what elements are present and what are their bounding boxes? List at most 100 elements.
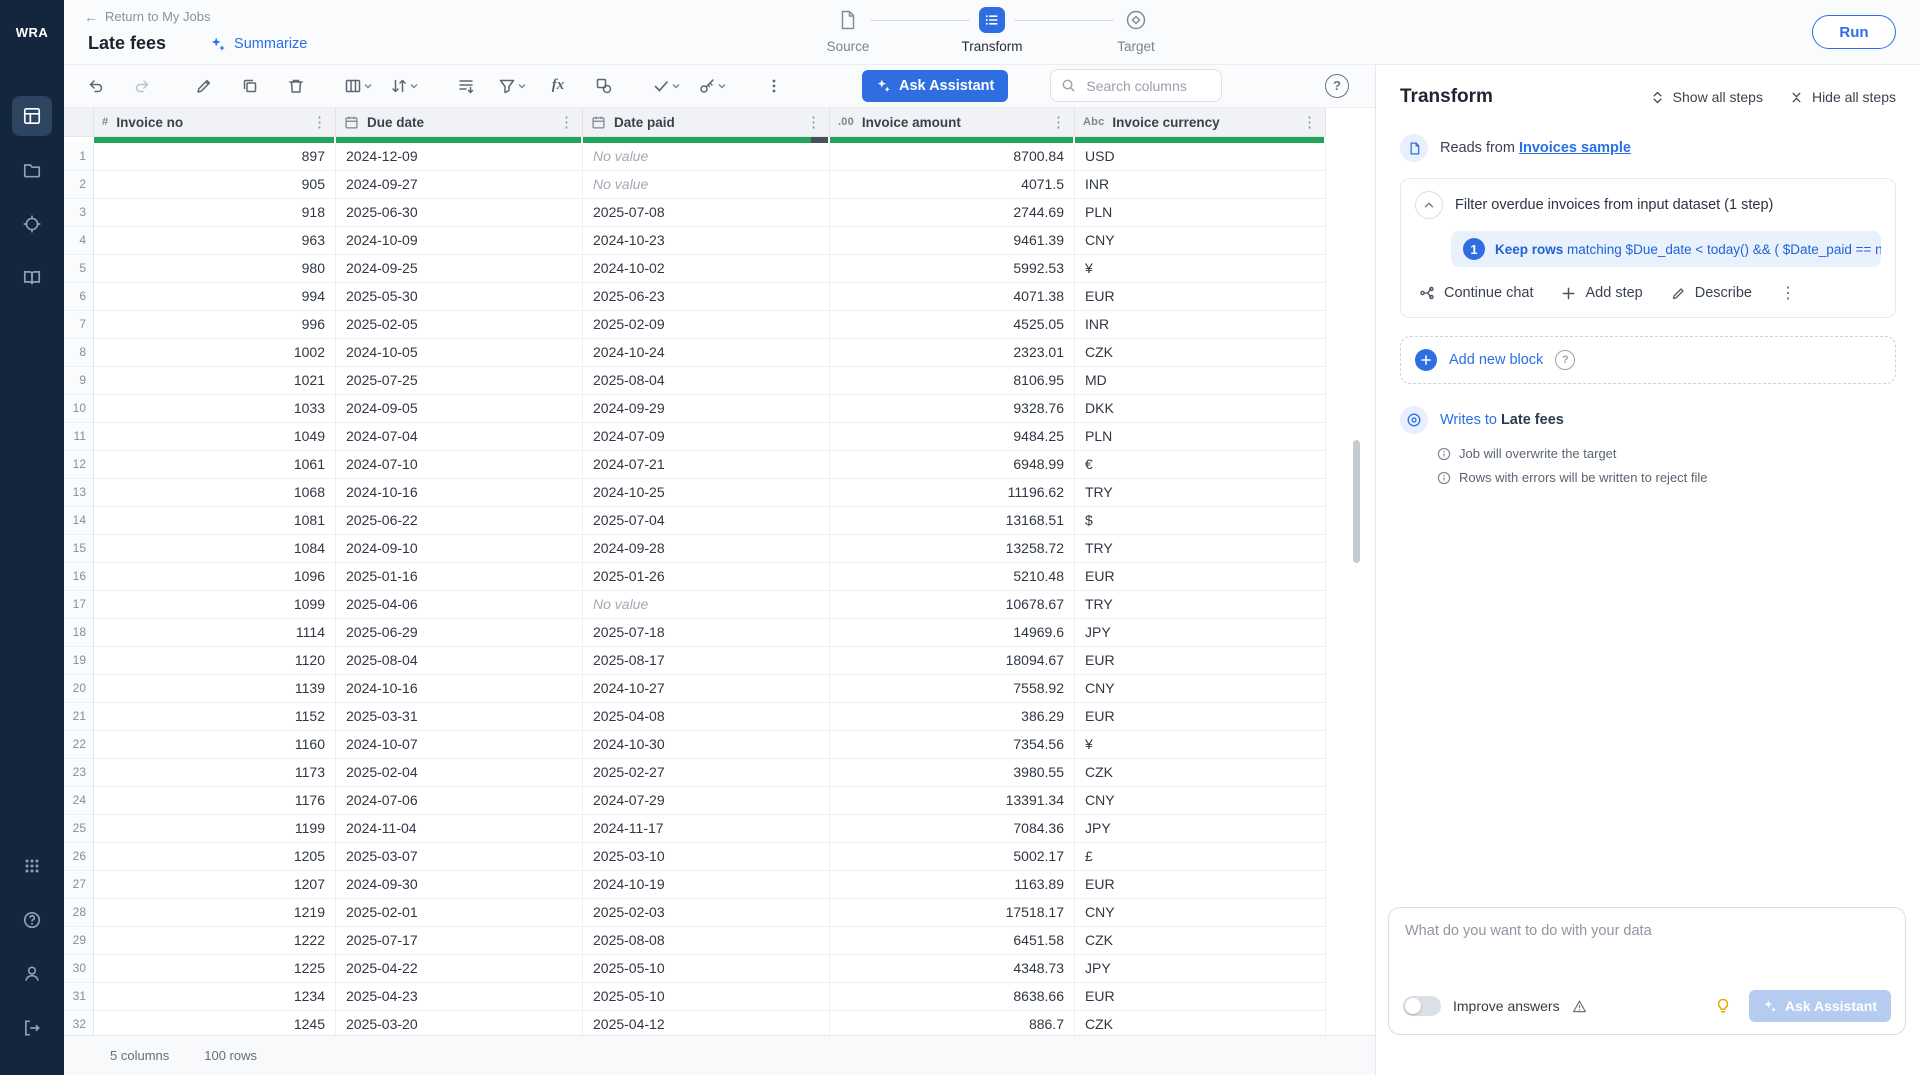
cell-due-date[interactable]: 2025-02-04	[336, 759, 583, 786]
cell-due-date[interactable]: 2024-09-25	[336, 255, 583, 282]
cell-invoice-currency[interactable]: PLN	[1075, 199, 1326, 226]
cell-date-paid[interactable]: 2025-05-10	[583, 955, 830, 982]
cell-invoice-currency[interactable]: TRY	[1075, 479, 1326, 506]
cell-date-paid[interactable]: 2024-10-24	[583, 339, 830, 366]
scrollbar-thumb[interactable]	[1353, 440, 1360, 563]
cleanse-button[interactable]	[586, 70, 622, 102]
cell-invoice-no[interactable]: 1199	[94, 815, 336, 842]
cell-date-paid[interactable]: 2024-11-17	[583, 815, 830, 842]
summarize-button[interactable]: Summarize	[210, 36, 307, 52]
cell-due-date[interactable]: 2024-09-30	[336, 871, 583, 898]
cell-invoice-amount[interactable]: 6451.58	[830, 927, 1075, 954]
cell-due-date[interactable]: 2025-06-29	[336, 619, 583, 646]
cell-invoice-amount[interactable]: 7354.56	[830, 731, 1075, 758]
cell-invoice-no[interactable]: 996	[94, 311, 336, 338]
run-button[interactable]: Run	[1812, 15, 1896, 49]
sidebar-item-projects[interactable]	[12, 150, 52, 190]
cell-invoice-no[interactable]: 1207	[94, 871, 336, 898]
cell-due-date[interactable]: 2024-09-27	[336, 171, 583, 198]
cell-invoice-currency[interactable]: €	[1075, 451, 1326, 478]
cell-date-paid[interactable]: 2024-09-29	[583, 395, 830, 422]
cell-due-date[interactable]: 2024-12-09	[336, 143, 583, 170]
cell-date-paid[interactable]: 2025-02-03	[583, 899, 830, 926]
duplicate-button[interactable]	[232, 70, 268, 102]
column-menu-icon[interactable]: ⋮	[806, 115, 821, 130]
cell-due-date[interactable]: 2025-03-31	[336, 703, 583, 730]
cell-invoice-amount[interactable]: 9461.39	[830, 227, 1075, 254]
add-step-button[interactable]: Add step	[1561, 285, 1642, 301]
sidebar-item-apps[interactable]	[12, 846, 52, 886]
ask-assistant-button[interactable]: Ask Assistant	[862, 70, 1008, 102]
cell-date-paid[interactable]: 2024-10-19	[583, 871, 830, 898]
cell-invoice-amount[interactable]: 7084.36	[830, 815, 1075, 842]
cell-invoice-no[interactable]: 963	[94, 227, 336, 254]
cell-invoice-no[interactable]: 1084	[94, 535, 336, 562]
cell-date-paid[interactable]: 2025-06-23	[583, 283, 830, 310]
cell-due-date[interactable]: 2025-04-06	[336, 591, 583, 618]
column-header-due-date[interactable]: Due date ⋮	[336, 108, 583, 136]
cell-invoice-no[interactable]: 1219	[94, 899, 336, 926]
cell-invoice-amount[interactable]: 386.29	[830, 703, 1075, 730]
column-header-date-paid[interactable]: Date paid ⋮	[583, 108, 830, 136]
cell-due-date[interactable]: 2025-08-04	[336, 647, 583, 674]
cell-invoice-no[interactable]: 1152	[94, 703, 336, 730]
return-to-jobs-link[interactable]: ← Return to My Jobs	[84, 9, 211, 24]
cell-date-paid[interactable]: 2024-07-09	[583, 423, 830, 450]
cell-due-date[interactable]: 2024-10-07	[336, 731, 583, 758]
cell-due-date[interactable]: 2024-11-04	[336, 815, 583, 842]
cell-invoice-amount[interactable]: 14969.6	[830, 619, 1075, 646]
assistant-chat-input[interactable]	[1403, 922, 1895, 940]
cell-invoice-currency[interactable]: EUR	[1075, 703, 1326, 730]
cell-due-date[interactable]: 2025-02-05	[336, 311, 583, 338]
cell-date-paid[interactable]: 2025-02-09	[583, 311, 830, 338]
cell-invoice-currency[interactable]: EUR	[1075, 871, 1326, 898]
sidebar-item-hub[interactable]	[12, 204, 52, 244]
cell-invoice-amount[interactable]: 2323.01	[830, 339, 1075, 366]
cell-invoice-currency[interactable]: TRY	[1075, 591, 1326, 618]
filter-menu-button[interactable]	[494, 70, 530, 102]
cell-due-date[interactable]: 2025-04-22	[336, 955, 583, 982]
cell-invoice-currency[interactable]: CZK	[1075, 1011, 1326, 1035]
column-header-invoice-currency[interactable]: Abc Invoice currency ⋮	[1075, 108, 1326, 136]
cell-invoice-amount[interactable]: 3980.55	[830, 759, 1075, 786]
cell-date-paid[interactable]: 2025-04-12	[583, 1011, 830, 1035]
cell-invoice-no[interactable]: 1068	[94, 479, 336, 506]
cell-invoice-amount[interactable]: 6948.99	[830, 451, 1075, 478]
cell-invoice-no[interactable]: 980	[94, 255, 336, 282]
cell-invoice-no[interactable]: 1061	[94, 451, 336, 478]
cell-invoice-no[interactable]: 1225	[94, 955, 336, 982]
cell-due-date[interactable]: 2025-07-25	[336, 367, 583, 394]
cell-invoice-amount[interactable]: 10678.67	[830, 591, 1075, 618]
redo-button[interactable]	[124, 70, 160, 102]
cell-date-paid[interactable]: 2024-10-02	[583, 255, 830, 282]
cell-due-date[interactable]: 2025-01-16	[336, 563, 583, 590]
cell-invoice-no[interactable]: 1173	[94, 759, 336, 786]
cell-invoice-no[interactable]: 1114	[94, 619, 336, 646]
cell-date-paid[interactable]: 2025-08-08	[583, 927, 830, 954]
cell-date-paid[interactable]: 2025-05-10	[583, 983, 830, 1010]
cell-date-paid[interactable]: 2024-10-25	[583, 479, 830, 506]
cell-due-date[interactable]: 2025-07-17	[336, 927, 583, 954]
cell-due-date[interactable]: 2024-09-10	[336, 535, 583, 562]
cell-due-date[interactable]: 2024-07-06	[336, 787, 583, 814]
column-menu-icon[interactable]: ⋮	[1302, 115, 1317, 130]
cell-invoice-amount[interactable]: 13258.72	[830, 535, 1075, 562]
cell-date-paid[interactable]: 2025-04-08	[583, 703, 830, 730]
hide-all-steps-button[interactable]: Hide all steps	[1789, 89, 1896, 105]
step-transform[interactable]: Transform	[920, 7, 1064, 54]
cell-invoice-no[interactable]: 994	[94, 283, 336, 310]
edit-button[interactable]	[186, 70, 222, 102]
transform-step-1[interactable]: 1 Keep rows matching $Due_date < today()…	[1451, 231, 1881, 267]
validate-menu-button[interactable]	[648, 70, 684, 102]
column-search[interactable]	[1050, 69, 1222, 102]
cell-invoice-currency[interactable]: JPY	[1075, 955, 1326, 982]
cell-invoice-currency[interactable]: CNY	[1075, 227, 1326, 254]
cell-due-date[interactable]: 2024-10-09	[336, 227, 583, 254]
cell-invoice-no[interactable]: 1139	[94, 675, 336, 702]
cell-invoice-no[interactable]: 1002	[94, 339, 336, 366]
sort-menu-button[interactable]	[386, 70, 422, 102]
cell-invoice-currency[interactable]: CNY	[1075, 675, 1326, 702]
cell-invoice-no[interactable]: 1120	[94, 647, 336, 674]
sidebar-item-help[interactable]	[12, 900, 52, 940]
cell-invoice-currency[interactable]: TRY	[1075, 535, 1326, 562]
